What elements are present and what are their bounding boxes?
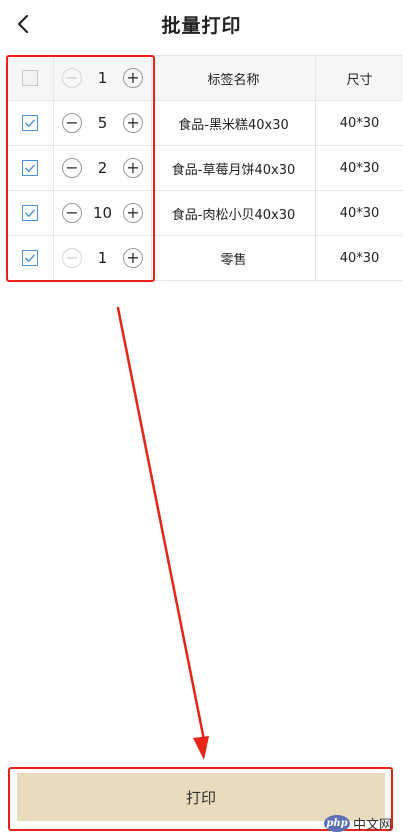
column-header-name: 标签名称	[152, 56, 316, 100]
annotation-box-steppers	[6, 55, 155, 282]
label-name: 零售	[152, 236, 316, 280]
page: 批量打印 − 1 + 标签名称 尺寸 − 5 + 食品-黑米糕40x30 40*…	[0, 0, 403, 837]
column-header-size: 尺寸	[346, 72, 373, 88]
label-name: 食品-草莓月饼40x30	[152, 146, 316, 190]
watermark-text: 中文网	[353, 817, 393, 833]
label-name: 食品-肉松小贝40x30	[152, 191, 316, 235]
php-logo: php	[324, 814, 350, 832]
page-title: 批量打印	[161, 15, 242, 37]
label-size: 40*30	[339, 160, 380, 176]
label-size: 40*30	[339, 115, 380, 131]
watermark: php 中文网	[324, 813, 392, 833]
label-name: 食品-黑米糕40x30	[152, 101, 316, 145]
label-size: 40*30	[339, 205, 380, 221]
header: 批量打印	[0, 0, 403, 48]
label-size: 40*30	[339, 250, 380, 266]
